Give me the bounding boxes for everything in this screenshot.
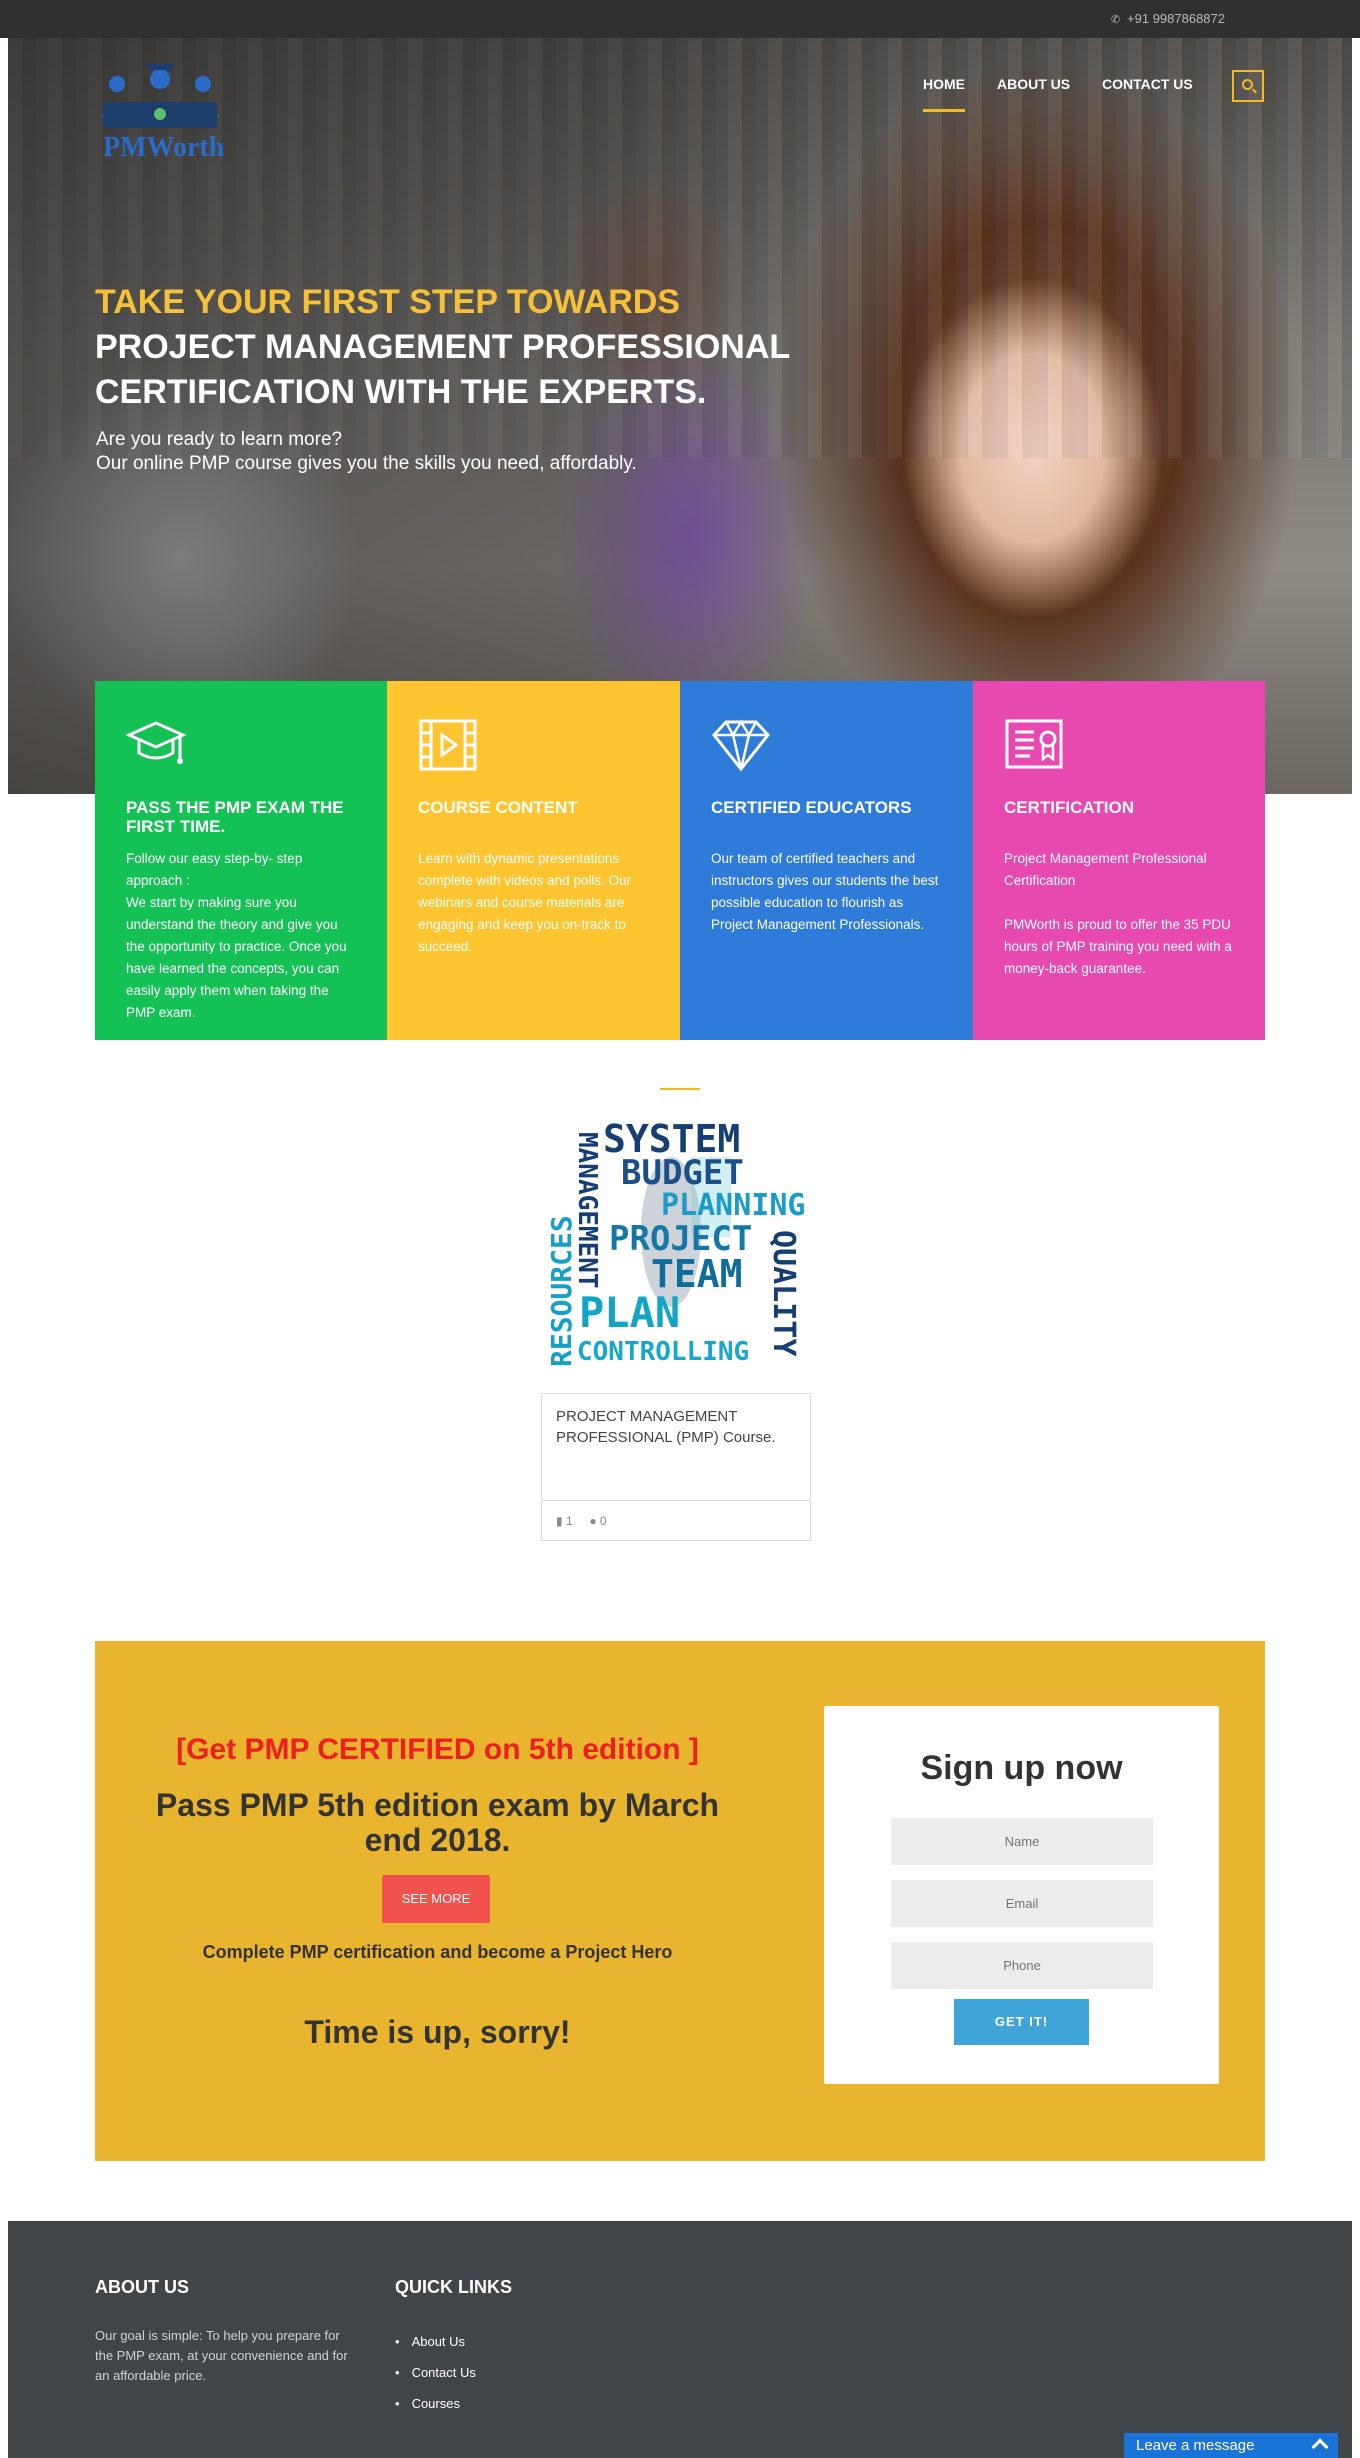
footer-link-about-us[interactable]: About Us <box>395 2326 476 2357</box>
feature-title: CERTIFIED EDUCATORS <box>711 798 912 817</box>
top-bar: ✆ +91 9987868872 <box>0 0 1360 38</box>
film-icon <box>419 719 477 771</box>
course-card[interactable]: PROJECT MANAGEMENT PROFESSIONAL (PMP) Co… <box>541 1393 811 1541</box>
hero-headline-line2: PROJECT MANAGEMENT PROFESSIONAL <box>95 328 791 366</box>
hero-headline-highlight: TAKE YOUR FIRST STEP TOWARDS <box>95 283 680 321</box>
feature-text: Follow our easy step-by- step approach :… <box>126 851 347 1020</box>
logo-icon <box>101 64 219 128</box>
phone-number: +91 9987868872 <box>1127 11 1225 26</box>
diamond-icon <box>712 719 770 772</box>
search-button[interactable] <box>1232 70 1264 102</box>
course-image[interactable]: SYSTEM BUDGET PLANNING PROJECT TEAM PLAN… <box>541 1112 811 1392</box>
email-field[interactable] <box>891 1880 1153 1927</box>
hero-sub-line2: Our online PMP course gives you the skil… <box>96 453 637 474</box>
feature-title: CERTIFICATION <box>1004 798 1135 817</box>
phone-field[interactable] <box>891 1942 1153 1989</box>
footer-links-title: QUICK LINKS <box>395 2277 512 2297</box>
nav-about-us[interactable]: ABOUT US <box>997 76 1070 92</box>
feature-card-course-content: COURSE CONTENT Learn with dynamic presen… <box>387 681 680 1040</box>
word-budget: BUDGET <box>621 1153 744 1193</box>
hero-sub-line1: Are you ready to learn more? <box>96 429 343 450</box>
course-title[interactable]: PROJECT MANAGEMENT PROFESSIONAL (PMP) Co… <box>556 1406 796 1448</box>
nav-contact-us[interactable]: CONTACT US <box>1102 76 1193 92</box>
feature-card-certified-educators: CERTIFIED EDUCATORS Our team of certifie… <box>680 681 973 1040</box>
footer-link-contact-us[interactable]: Contact Us <box>395 2357 476 2388</box>
feature-text: Project Management Professional Certific… <box>1004 851 1232 976</box>
hero-headline-line3: CERTIFICATION WITH THE EXPERTS. <box>95 373 707 411</box>
page: ✆ +91 9987868872 PMWorth HOME ABOUT US CO… <box>0 0 1360 2458</box>
word-quality: QUALITY <box>766 1230 801 1356</box>
certificate-icon <box>1005 719 1063 769</box>
hero-subtitle: Are you ready to learn more? Our online … <box>96 428 896 476</box>
word-planning: PLANNING <box>661 1188 806 1223</box>
see-more-button[interactable]: SEE MORE <box>382 1875 490 1923</box>
course-meta: ▮ 1 ● 0 <box>556 1514 607 1528</box>
feature-card-pass-exam: PASS THE PMP EXAM THE FIRST TIME. Follow… <box>95 681 387 1040</box>
nav-home[interactable]: HOME <box>923 76 965 112</box>
user-icon: ● <box>589 1514 597 1528</box>
leave-message-widget[interactable]: Leave a message <box>1124 2433 1338 2458</box>
countdown-text: Time is up, sorry! <box>304 2014 571 2050</box>
course-word-cloud-image: SYSTEM BUDGET PLANNING PROJECT TEAM PLAN… <box>545 1117 806 1367</box>
graduation-cap-icon <box>126 721 186 764</box>
footer-about-title: ABOUT US <box>95 2277 189 2297</box>
footer: ABOUT US Our goal is simple: To help you… <box>8 2221 1352 2458</box>
footer-links: About Us Contact Us Courses <box>395 2326 476 2419</box>
promo-headline: [Get PMP CERTIFIED on 5th edition ] <box>176 1733 699 1766</box>
promo-tagline: Complete PMP certification and become a … <box>202 1942 673 1962</box>
feature-text: Learn with dynamic presentations complet… <box>418 851 632 954</box>
logo-text: PMWorth <box>103 132 225 163</box>
feature-title: COURSE CONTENT <box>418 798 578 817</box>
word-controlling: CONTROLLING <box>577 1337 749 1367</box>
comment-icon: ▮ <box>556 1514 563 1528</box>
feature-text: Our team of certified teachers and instr… <box>711 851 939 932</box>
name-field[interactable] <box>891 1818 1153 1865</box>
student-count: 0 <box>599 1514 607 1528</box>
feature-title: PASS THE PMP EXAM THE FIRST TIME. <box>126 798 344 836</box>
phone-icon: ✆ <box>1111 14 1121 26</box>
section-divider <box>660 1088 700 1090</box>
comment-count: 1 <box>565 1514 573 1528</box>
footer-about-text: Our goal is simple: To help you prepare … <box>95 2328 348 2383</box>
word-plan: PLAN <box>579 1288 680 1337</box>
card-divider <box>542 1500 810 1501</box>
promo-section: [Get PMP CERTIFIED on 5th edition ] Pass… <box>95 1641 1265 2161</box>
signup-form: Sign up now GET IT! <box>824 1706 1219 2084</box>
signup-title: Sign up now <box>920 1749 1123 1787</box>
hero-headline: TAKE YOUR FIRST STEP TOWARDS PROJECT MAN… <box>95 280 995 415</box>
word-resources: RESOURCES <box>545 1215 578 1367</box>
chat-label: Leave a message <box>1136 2437 1255 2454</box>
phone-contact[interactable]: ✆ +91 9987868872 <box>1111 11 1225 26</box>
footer-link-courses[interactable]: Courses <box>395 2388 476 2419</box>
search-icon <box>1242 79 1253 90</box>
features-row: PASS THE PMP EXAM THE FIRST TIME. Follow… <box>95 681 1265 1040</box>
feature-card-certification: CERTIFICATION Project Management Profess… <box>973 681 1265 1040</box>
chevron-up-icon <box>1311 2438 1329 2456</box>
site-logo[interactable]: PMWorth <box>95 62 225 172</box>
promo-subheadline: Pass PMP 5th edition exam by March end 2… <box>155 1787 720 1858</box>
get-it-button[interactable]: GET IT! <box>954 1999 1089 2045</box>
